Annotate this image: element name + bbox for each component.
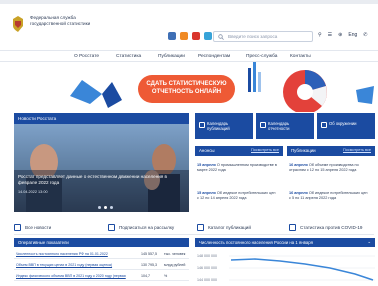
indicator-unit: тыс. человек	[164, 252, 186, 256]
y-tick-label: 144 000 000	[197, 278, 217, 282]
news-heading[interactable]: Новости Росстата	[14, 113, 189, 124]
ok-icon[interactable]	[180, 32, 188, 40]
publications-heading: Публикации Посмотреть все	[287, 146, 375, 156]
indicator-row[interactable]: Индекс физического объема ВВП в 2021 год…	[14, 272, 189, 281]
nav-respondents[interactable]: Респондентам	[198, 54, 230, 59]
population-chart: 148 000 000 146 000 000 144 000 000	[197, 254, 375, 282]
youtube-icon[interactable]	[192, 32, 200, 40]
indicator-name[interactable]: Численность постоянного населения РФ на …	[16, 252, 108, 256]
announcements-title: Анонсы	[199, 148, 215, 153]
y-tick-label: 146 000 000	[197, 266, 217, 270]
search-placeholder: Введите поиск запроса	[228, 34, 278, 39]
mail-icon	[108, 224, 115, 231]
indicator-value: 130 795,3	[141, 263, 157, 267]
announcements-heading: Анонсы Посмотреть все	[195, 146, 283, 156]
announcement-item[interactable]: 15 апреля Об индексе потребительских цен…	[197, 191, 277, 200]
news-caption[interactable]: Росстат представляет данные о естественн…	[18, 174, 178, 185]
header-tools: ⚲ ☰ ⊕ Eng ✆	[318, 32, 367, 38]
vk-icon[interactable]	[168, 32, 176, 40]
nav-publications[interactable]: Публикации	[158, 54, 185, 59]
search-button-icon[interactable]: ⚲	[318, 32, 322, 38]
link-label: Каталог публикаций	[208, 225, 251, 230]
announcement-date: 15 апреля	[197, 163, 216, 167]
carousel-dot[interactable]	[98, 206, 101, 209]
indicator-value: 145 557,5	[141, 252, 157, 256]
filter-icon[interactable]: ☰	[328, 32, 332, 38]
calendar-icon	[260, 122, 266, 128]
announcements-view-all-link[interactable]: Посмотреть все	[251, 148, 279, 152]
tile-reporting-calendar[interactable]: Календарь отчетности	[256, 113, 314, 139]
hero-line-1: СДАТЬ СТАТИСТИЧЕСКУЮ	[146, 81, 227, 87]
org-line-2: государственной статистики	[30, 21, 91, 26]
subscribe-link[interactable]: Подписаться на рассылку	[108, 222, 174, 233]
population-chart-heading[interactable]: Численность постоянного населения России…	[195, 238, 375, 247]
indicator-name[interactable]: Объем ВВП в текущих ценах в 2021 году (п…	[16, 263, 112, 267]
indicator-name[interactable]: Индекс физического объема ВВП в 2021 год…	[16, 274, 126, 278]
news-photo	[14, 144, 189, 212]
link-label: Статистика против COVID-19	[300, 225, 363, 230]
publications-view-all-link[interactable]: Посмотреть все	[343, 148, 371, 152]
divider	[14, 234, 374, 235]
social-links	[168, 32, 212, 40]
org-name[interactable]: Федеральная служба государственной стати…	[30, 15, 100, 27]
population-line	[230, 258, 374, 281]
nav-contacts[interactable]: Контакты	[290, 54, 311, 59]
tile-environment[interactable]: Об окружении	[317, 113, 375, 139]
language-switch[interactable]: Eng	[348, 32, 357, 38]
nav-about[interactable]: О Росстате	[74, 54, 99, 59]
document-icon	[289, 224, 296, 231]
publication-date: 16 апреля	[289, 163, 308, 167]
search-input[interactable]: Введите поиск запроса	[213, 31, 313, 42]
catalog-link[interactable]: Каталог публикаций	[197, 222, 251, 233]
news-carousel[interactable]: Росстат представляет данные о естественн…	[14, 124, 189, 212]
publication-item[interactable]: 16 апреля Об индексе потребительских цен…	[289, 191, 369, 200]
carousel-dots	[98, 206, 113, 209]
nav-statistics[interactable]: Статистика	[116, 54, 141, 59]
indicator-row[interactable]: Объем ВВП в текущих ценах в 2021 году (п…	[14, 261, 189, 270]
chevron-down-icon[interactable]: ⌄	[367, 239, 371, 245]
site-header: Федеральная служба государственной стати…	[0, 4, 378, 48]
search-icon	[218, 34, 224, 40]
publications-title: Публикации	[291, 148, 316, 153]
publication-date: 16 апреля	[289, 191, 308, 195]
hero-line-2: ОТЧЕТНОСТЬ ОНЛАЙН	[151, 89, 222, 95]
all-news-link[interactable]: Все новости	[14, 222, 51, 233]
link-label: Подписаться на рассылку	[119, 225, 175, 230]
tile-label: Календарь отчетности	[268, 121, 290, 131]
announcement-item[interactable]: 15 апреля О промышленном производстве в …	[197, 163, 277, 172]
publication-item[interactable]: 16 апреля Об объеме производства по отра…	[289, 163, 369, 172]
announcement-date: 15 апреля	[197, 191, 216, 195]
indicators-heading: Оперативные показатели	[14, 238, 189, 247]
indicator-unit: %	[164, 274, 168, 278]
tile-label: Об окружении	[329, 121, 357, 126]
tile-publication-calendar[interactable]: Календарь публикаций	[195, 113, 253, 139]
covid-stats-link[interactable]: Статистика против COVID-19	[289, 222, 362, 233]
book-icon	[197, 224, 204, 231]
indicator-unit: млрд рублей	[164, 263, 186, 267]
coat-of-arms-icon	[13, 16, 23, 32]
tile-label: Календарь публикаций	[207, 121, 230, 131]
calendar-icon	[199, 122, 205, 128]
indicator-row[interactable]: Численность постоянного населения РФ на …	[14, 250, 189, 259]
telegram-icon[interactable]	[204, 32, 212, 40]
leaf-icon	[321, 122, 327, 128]
grid-icon	[14, 224, 21, 231]
submit-reports-online-button[interactable]: СДАТЬ СТАТИСТИЧЕСКУЮ ОТЧЕТНОСТЬ ОНЛАЙН	[138, 75, 235, 103]
phone-icon[interactable]: ✆	[363, 32, 367, 38]
carousel-dot[interactable]	[104, 206, 107, 209]
globe-icon[interactable]: ⊕	[338, 32, 342, 38]
indicator-value: 104,7	[141, 274, 150, 278]
news-date: 14.04.2022 13:00	[18, 190, 48, 194]
population-chart-title: Численность постоянного населения России…	[199, 240, 313, 245]
nav-press[interactable]: Пресс-служба	[246, 54, 277, 59]
y-tick-label: 148 000 000	[197, 254, 217, 258]
carousel-dot[interactable]	[110, 206, 113, 209]
link-label: Все новости	[25, 225, 52, 230]
